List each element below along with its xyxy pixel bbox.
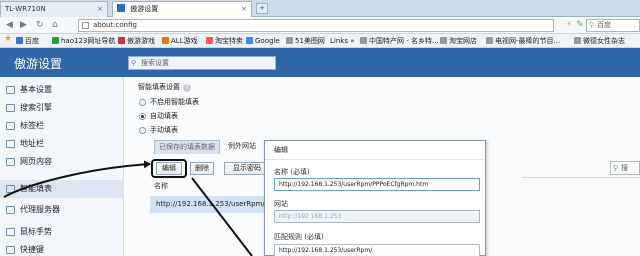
bookmark-folder[interactable]: Links » — [330, 36, 355, 46]
tab-saved-data[interactable]: 已保存的填表数据 — [154, 140, 220, 154]
bookmark-item[interactable]: 微德女性杂志 — [574, 36, 625, 46]
bookmark-icon — [16, 37, 23, 44]
sidebar-item-mouse-gestures[interactable]: 鼠标手势 — [0, 223, 124, 241]
mouse-icon — [6, 228, 15, 236]
address-bar-icon — [6, 140, 15, 148]
forward-icon[interactable]: ▶ — [20, 20, 27, 30]
site-label: 网站 — [274, 200, 288, 208]
bookmark-icon — [574, 37, 581, 44]
divider — [522, 177, 640, 178]
leaf-icon[interactable]: ✎ — [576, 20, 584, 30]
page-title: 傲游设置 — [14, 57, 63, 71]
tab-router-label: TL-WR710N — [5, 5, 46, 13]
sidebar-item-autofill[interactable]: 智能填表 — [0, 180, 124, 198]
bookmark-icon — [162, 37, 169, 44]
dialog-title: 编辑 — [265, 141, 485, 160]
bookmark-item[interactable]: Google — [246, 36, 280, 46]
bookmark-item[interactable]: 淘宝特卖 — [206, 36, 243, 46]
sidebar-item-search-engine[interactable]: 搜索引擎 — [0, 99, 124, 117]
address-input[interactable]: about:config — [78, 19, 554, 32]
bookmark-item[interactable]: 中国特产网 - 名乡特... — [360, 36, 439, 46]
autofill-section-title: 智能填表设置? — [138, 82, 191, 92]
bookmark-item[interactable]: 百度 — [16, 36, 39, 46]
address-text: about:config — [93, 21, 137, 29]
sidebar-item-web-content[interactable]: 网页内容 — [0, 153, 124, 171]
proxy-icon — [6, 206, 15, 214]
bookmark-item[interactable]: ALL游戏 — [162, 36, 198, 46]
site-field: http://192.168.1.253 — [274, 210, 480, 223]
tab-icon — [6, 122, 15, 130]
settings-search-input[interactable]: ⚲ 搜索设置 — [128, 56, 276, 70]
keyboard-icon — [6, 246, 15, 254]
lightning-icon[interactable]: ⚡ — [566, 20, 572, 30]
tab-router[interactable]: TL-WR710N × — [0, 1, 108, 17]
radio-autofill-auto[interactable]: 自动填表 — [139, 112, 178, 121]
help-icon[interactable]: ? — [183, 84, 191, 92]
back-icon[interactable]: ◀ — [6, 20, 13, 30]
settings-header: 傲游设置 ⚲ 搜索设置 — [0, 48, 640, 77]
page-icon — [82, 22, 89, 29]
name-field[interactable]: http://192.168.1.253/userRpm/PPPoECfgRpm… — [274, 178, 480, 191]
address-toolbar: ◀ ▶ ↻ ⌂ about:config ⚡ ✎ ⚲ 百度 — [0, 17, 640, 34]
match-rule-field[interactable]: http://192.168.1.253/userRpm/ — [274, 244, 480, 256]
browser-search-input[interactable]: ⚲ 百度 — [586, 19, 640, 32]
radio-autofill-off[interactable]: 不启用智能填表 — [139, 98, 199, 107]
star-icon[interactable]: ★ — [4, 34, 12, 44]
sidebar-item-address-bar[interactable]: 地址栏 — [0, 135, 124, 153]
bookmark-item[interactable]: hao123网址导航 — [52, 36, 115, 46]
new-tab-button[interactable]: + — [256, 3, 268, 14]
bookmark-icon — [52, 37, 59, 44]
sidebar-item-tab-bar[interactable]: 标签栏 — [0, 117, 124, 135]
search-icon: ⚲ — [613, 164, 619, 172]
close-icon[interactable]: × — [97, 2, 103, 17]
edit-button-highlight — [151, 159, 187, 178]
pen-icon — [6, 185, 15, 193]
data-search-input[interactable]: ⚲ 搜 — [610, 161, 640, 175]
tab-exception-sites[interactable]: 例外网站 — [224, 140, 264, 154]
bookmark-item[interactable]: 电视网-最棒的节目... — [486, 36, 560, 46]
bookmark-icon — [206, 37, 213, 44]
table-row[interactable]: http://192.168.1.253/userRpm/ — [150, 196, 266, 213]
radio-autofill-manual[interactable]: 手动填表 — [139, 126, 178, 135]
bookmarks-bar: ★ 百度 hao123网址导航 傲游游戏 ALL游戏 淘宝特卖 Google 5… — [0, 34, 640, 48]
browser-search-placeholder: 百度 — [597, 21, 611, 29]
radio-button[interactable] — [139, 127, 146, 134]
home-icon[interactable]: ⌂ — [52, 20, 58, 30]
radio-button-selected[interactable] — [139, 113, 146, 120]
bookmark-item[interactable]: 51美图网 — [286, 36, 325, 46]
bookmark-item[interactable]: 淘宝网店 — [440, 36, 477, 46]
edit-dialog: 编辑 名称 (必填) http://192.168.1.253/userRpm/… — [264, 140, 486, 256]
name-label: 名称 (必填) — [274, 168, 310, 176]
bookmark-icon — [486, 37, 493, 44]
settings-sidebar: 基本设置 搜索引擎 标签栏 地址栏 网页内容 智能填表 代理服务器 鼠标手势 快… — [0, 77, 124, 256]
tab-settings-label: 傲游设置 — [130, 5, 159, 13]
tab-settings[interactable]: 傲游设置 × — [112, 1, 252, 17]
sidebar-item-basic[interactable]: 基本设置 — [0, 81, 124, 99]
settings-search-placeholder: 搜索设置 — [141, 59, 169, 67]
refresh-icon[interactable]: ↻ — [36, 20, 44, 30]
radio-button[interactable] — [139, 99, 146, 106]
bookmark-icon — [286, 37, 293, 44]
sidebar-item-proxy[interactable]: 代理服务器 — [0, 201, 124, 219]
search-engine-icon — [6, 104, 15, 112]
web-content-icon — [6, 158, 15, 166]
close-icon[interactable]: × — [241, 2, 247, 17]
delete-button[interactable]: 删除 — [190, 162, 214, 175]
bookmark-icon — [118, 37, 125, 44]
settings-icon — [6, 86, 15, 94]
bookmark-icon — [440, 37, 447, 44]
bookmark-icon — [246, 37, 253, 44]
column-header-name: 名称 — [154, 182, 168, 190]
search-icon: ⚲ — [131, 59, 137, 67]
bookmark-icon — [360, 37, 367, 44]
sidebar-item-shortcuts[interactable]: 快捷键 — [0, 241, 124, 256]
match-rule-label: 匹配规则 (必填) — [274, 233, 324, 241]
browser-tab-bar: TL-WR710N × 傲游设置 × + — [0, 0, 640, 17]
bookmark-item[interactable]: 傲游游戏 — [118, 36, 155, 46]
search-icon: ⚲ — [589, 21, 595, 29]
maxthon-favicon-icon — [117, 4, 125, 12]
